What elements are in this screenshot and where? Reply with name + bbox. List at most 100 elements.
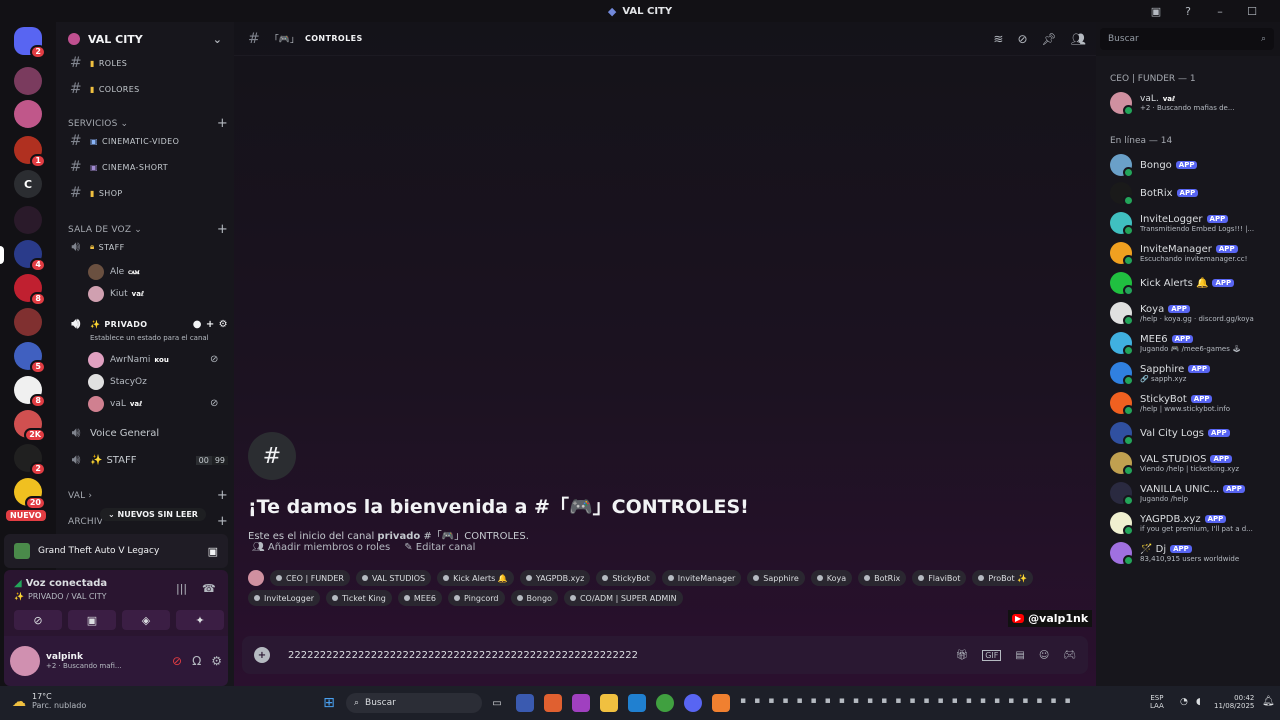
disconnect-icon[interactable]: ☎	[202, 582, 216, 595]
member-item[interactable]: YAGPDB.xyz APP if you get premium, I'll pa…	[1110, 512, 1276, 536]
screen-share-icon[interactable]: ▣	[208, 545, 218, 558]
tray-icon[interactable]: ▪	[1065, 696, 1071, 706]
role-chip[interactable]: StickyBot	[596, 570, 656, 586]
edit-channel-button[interactable]: ✎ Editar canal	[404, 542, 475, 553]
channel-roles[interactable]: # ▮ ROLES	[66, 52, 228, 74]
maximize-button[interactable]: ☐	[1236, 5, 1268, 18]
folder-icon[interactable]	[600, 694, 618, 712]
user-info[interactable]: valpink +2 · Buscando mafi...	[46, 652, 122, 670]
tray-icon[interactable]: ▪	[740, 696, 746, 706]
role-chip[interactable]: Kick Alerts 🔔	[437, 570, 514, 586]
role-chip[interactable]: ProBot ✨	[972, 570, 1034, 586]
add-user-icon[interactable]: +	[206, 319, 215, 330]
server-icon[interactable]: C	[14, 170, 42, 198]
channel-cinema-short[interactable]: # ▣ CINEMA-SHORT	[66, 156, 228, 178]
role-chip[interactable]: BotRix	[858, 570, 907, 586]
tray-icon[interactable]: ▪	[839, 696, 845, 706]
app-icon[interactable]	[572, 694, 590, 712]
task-view-icon[interactable]: ▭	[488, 694, 506, 712]
pin-icon[interactable]: 📌︎	[1042, 32, 1057, 46]
channel-shop[interactable]: # ▮ SHOP	[66, 182, 228, 204]
gear-icon[interactable]: ⚙	[219, 319, 228, 330]
member-item[interactable]: Koya APP/help · koya.gg · discord.gg/koya	[1110, 302, 1276, 326]
tray-icon[interactable]: ▪	[1022, 696, 1028, 706]
add-members-button[interactable]: 👥︎ Añadir miembros o roles	[252, 542, 390, 553]
tray-icon[interactable]: ▪	[994, 696, 1000, 706]
voice-user[interactable]: vaL vaℓ	[88, 394, 142, 414]
role-chip[interactable]: InviteManager	[661, 570, 742, 586]
gear-icon[interactable]: ⚙	[211, 654, 222, 668]
member-item[interactable]: InviteManager APP Escuchando invitemanager…	[1110, 242, 1276, 266]
sticker-icon[interactable]: ▤	[1015, 650, 1024, 661]
member-item[interactable]: vaL. vaℓ +2 · Buscando mafias de...	[1110, 92, 1276, 116]
tray-icon[interactable]: ▪	[782, 696, 788, 706]
server-icon[interactable]: 5	[14, 342, 46, 374]
app-icon[interactable]	[628, 694, 646, 712]
camera-off-button[interactable]: ⊘	[14, 610, 62, 630]
member-item[interactable]: VAL STUDIOS APP Viendo /help | ticketking.…	[1110, 452, 1276, 476]
member-item[interactable]: 🪄 Dj APP 83,410,915 users worldwide	[1110, 542, 1276, 566]
server-icon[interactable]: 2K	[14, 410, 46, 442]
server-icon[interactable]: 1	[14, 136, 46, 168]
language-indicator[interactable]: ESP LAA	[1150, 694, 1164, 710]
tray-icon[interactable]: ▪	[881, 696, 887, 706]
role-chip[interactable]: Bongo	[510, 590, 558, 606]
weather-widget[interactable]: 17°C Parc. nublado	[32, 692, 86, 710]
apps-icon[interactable]: 🎮︎	[1063, 650, 1076, 661]
category-val[interactable]: VAL › +	[68, 488, 228, 503]
voice-user[interactable]: StacyOz	[88, 372, 147, 392]
role-chip[interactable]: MEE6	[397, 590, 442, 606]
inbox-icon[interactable]: ▣	[1140, 5, 1172, 18]
voice-user[interactable]: Kiut vaℓ	[88, 284, 144, 304]
taskbar-search[interactable]: ⌕ Buscar	[346, 693, 482, 713]
voice-status[interactable]: Voz conectada	[26, 578, 107, 589]
tray-icon[interactable]: ▪	[867, 696, 873, 706]
role-chip[interactable]: Sapphire	[747, 570, 805, 586]
clock[interactable]: 00:42 11/08/2025	[1214, 694, 1254, 710]
role-chip[interactable]: FlaviBot	[912, 570, 967, 586]
tray-icon[interactable]: ▪	[952, 696, 958, 706]
soundboard-button[interactable]: ✦	[176, 610, 224, 630]
gif-icon[interactable]: GIF	[982, 649, 1002, 661]
member-item[interactable]: BotRix APP	[1110, 182, 1276, 206]
weather-icon[interactable]: ☁	[12, 694, 26, 710]
notifications-muted-icon[interactable]: ⊘	[1017, 32, 1027, 46]
role-chip[interactable]: YAGPDB.xyz	[519, 570, 591, 586]
tray-icon[interactable]: ▪	[966, 696, 972, 706]
tray-icon[interactable]: ▪	[895, 696, 901, 706]
server-icon[interactable]: 8	[14, 274, 46, 306]
server-icon[interactable]: 20	[14, 478, 46, 510]
app-icon[interactable]	[516, 694, 534, 712]
tray-icon[interactable]: ▪	[980, 696, 986, 706]
search-input[interactable]: Buscar ⌕	[1100, 28, 1274, 50]
member-item[interactable]: InviteLogger APP Transmitiendo Embed Logs!…	[1110, 212, 1276, 236]
notifications-icon[interactable]: 🔔︎	[1262, 696, 1275, 707]
network-icon[interactable]: ◔	[1180, 697, 1188, 707]
member-item[interactable]: MEE6 APP Jugando 🎮 /mee6-games 🕹	[1110, 332, 1276, 356]
add-channel-icon[interactable]: +	[217, 514, 228, 529]
tray-icon[interactable]: ▪	[825, 696, 831, 706]
voice-channel-privado[interactable]: 🔊︎ ✨ PRIVADO ● + ⚙	[66, 313, 228, 335]
member-item[interactable]: Sapphire APP 🔗 sapph.xyz	[1110, 362, 1276, 386]
server-icon[interactable]: 2	[14, 27, 46, 59]
chat-icon[interactable]: ●	[193, 319, 202, 330]
member-item[interactable]: Val City Logs APP	[1110, 422, 1276, 446]
channel-cinematic-video[interactable]: # ▣ CINEMATIC-VIDEO	[66, 130, 228, 152]
category-sala-de-voz[interactable]: SALA DE VOZ ⌄ +	[68, 222, 228, 237]
unread-pill[interactable]: ⌄ NUEVOS SIN LEER	[100, 508, 206, 521]
tray-icon[interactable]: ▪	[1050, 696, 1056, 706]
volume-icon[interactable]: ◖	[1196, 697, 1201, 707]
app-icon[interactable]	[544, 694, 562, 712]
channel-status-prompt[interactable]: Establece un estado para el canal	[90, 334, 209, 342]
server-icon[interactable]	[14, 67, 42, 95]
tray-icon[interactable]: ▪	[923, 696, 929, 706]
start-icon[interactable]: ⊞	[320, 694, 338, 712]
gift-icon[interactable]: 🎁︎	[956, 650, 969, 661]
activity-button[interactable]: ◈	[122, 610, 170, 630]
tray-icon[interactable]: ▪	[1008, 696, 1014, 706]
member-item[interactable]: StickyBot APP/help | www.stickybot.info	[1110, 392, 1276, 416]
threads-icon[interactable]: ≋	[993, 32, 1003, 46]
mic-muted-icon[interactable]: ⊘	[172, 654, 182, 668]
chrome-icon[interactable]	[656, 694, 674, 712]
role-chip[interactable]: Pingcord	[447, 590, 505, 606]
